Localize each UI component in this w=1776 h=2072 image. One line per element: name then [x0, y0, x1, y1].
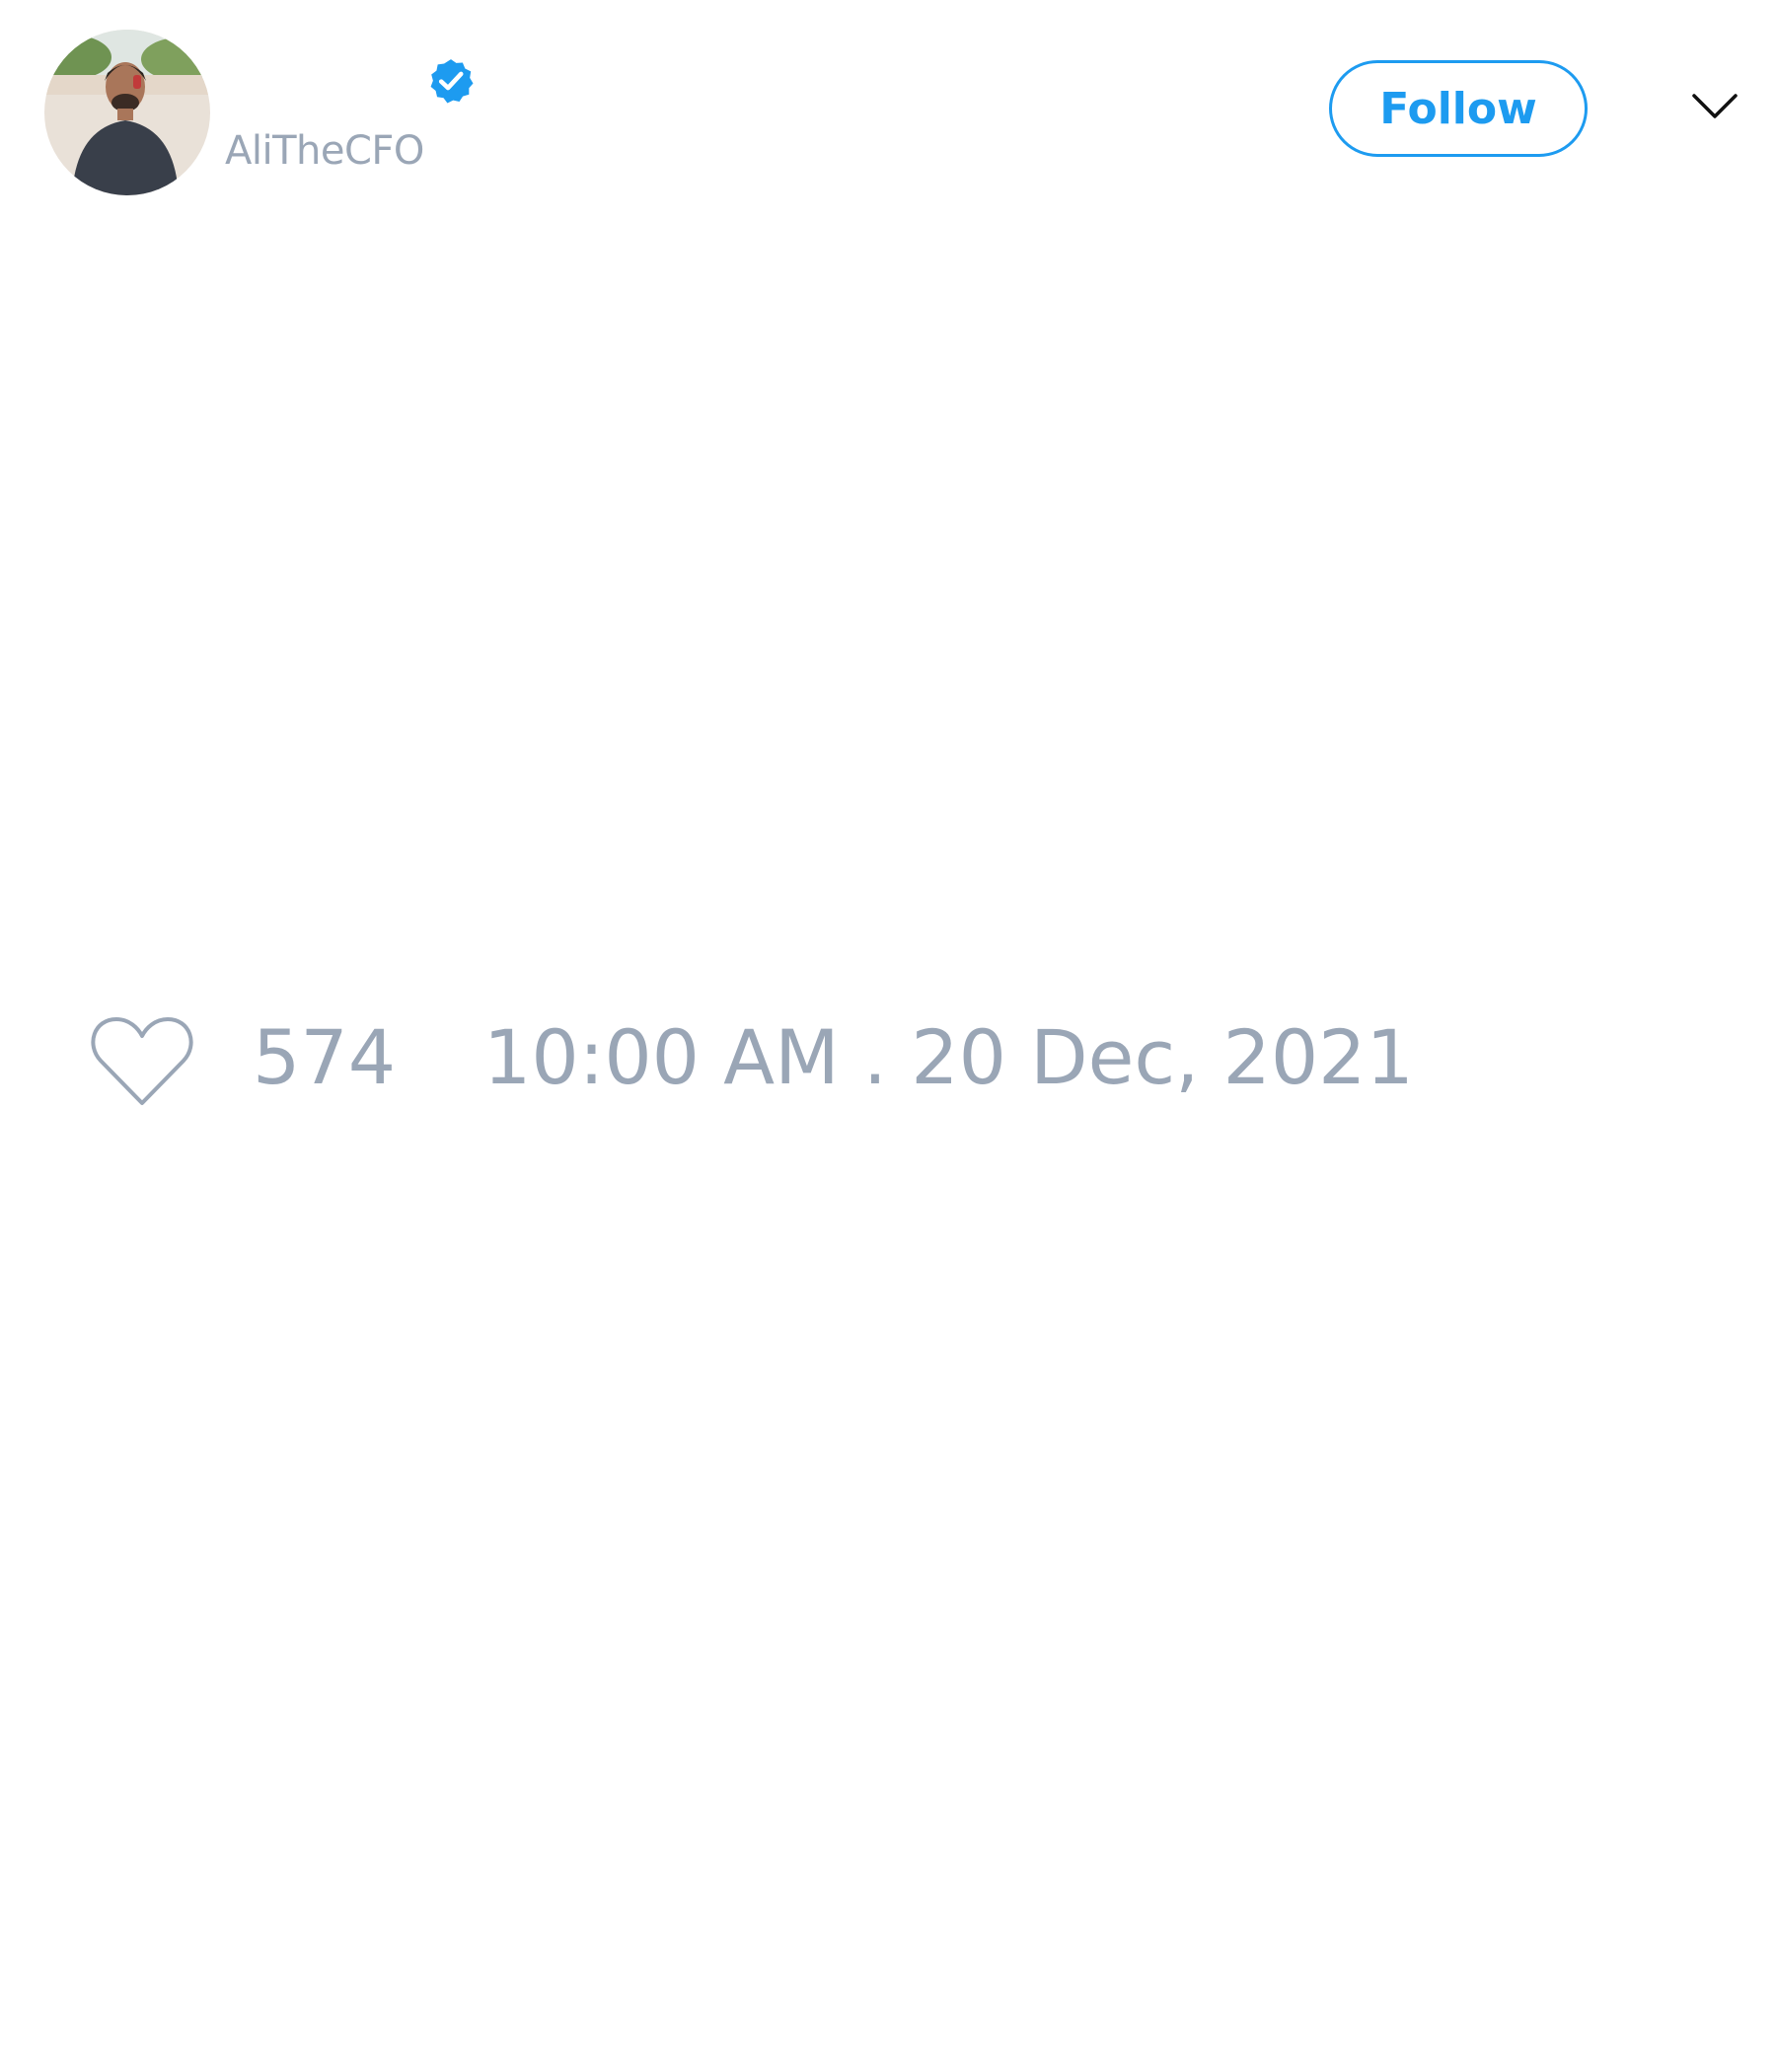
- heart-icon[interactable]: [90, 1014, 194, 1107]
- profile-photo: [44, 30, 210, 195]
- author-handle[interactable]: AliTheCFO: [225, 128, 424, 174]
- tweet-timestamp[interactable]: 10:00 AM . 20 Dec, 2021: [483, 1020, 1414, 1095]
- like-count: 574: [253, 1013, 397, 1101]
- verified-badge-icon: [430, 59, 474, 104]
- chevron-down-icon[interactable]: [1691, 91, 1739, 120]
- follow-button[interactable]: Follow: [1329, 60, 1588, 157]
- avatar[interactable]: [44, 30, 210, 195]
